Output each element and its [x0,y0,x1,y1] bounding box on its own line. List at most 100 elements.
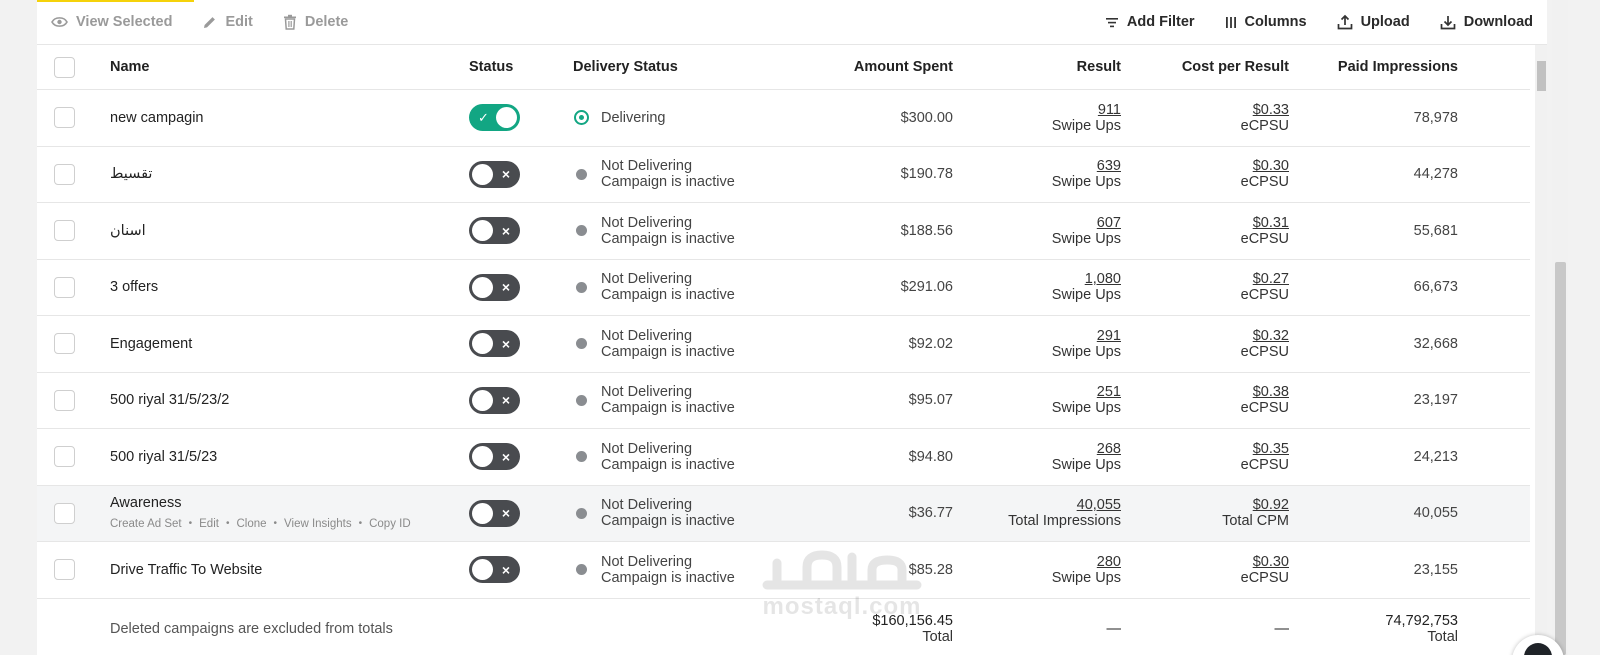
delete-button[interactable]: Delete [283,14,348,30]
delivery-status-detail: Campaign is inactive [601,287,735,304]
status-toggle[interactable]: × [469,556,520,584]
header-paid-impressions[interactable]: Paid Impressions [1277,45,1458,89]
campaign-name[interactable]: new campagin [110,110,204,126]
row-checkbox[interactable] [53,220,75,242]
table-row[interactable]: Drive Traffic To Website × Not Deliverin… [37,542,1530,599]
header-name[interactable]: Name [110,45,460,89]
status-toggle[interactable]: × [469,273,520,301]
table-row[interactable]: Awareness Create Ad Set • Edit • Clone • View … [37,485,1530,542]
status-toggle[interactable]: ✓ [469,104,520,132]
download-button[interactable]: Download [1440,14,1533,30]
row-checkbox[interactable] [53,107,75,129]
paid-impressions-cell: 23,155 [1277,542,1458,598]
close-icon: × [501,222,510,239]
toggle-knob [472,389,493,411]
name-cell: تقسيط [110,147,460,203]
filter-icon [1105,17,1118,27]
status-cell: × [469,316,549,372]
delivery-status-detail: Campaign is inactive [601,230,735,247]
view-selected-button[interactable]: View Selected [51,14,172,30]
table-row[interactable]: 3 offers × Not Delivering Campaign is in… [37,260,1530,316]
row-action-clone[interactable]: Clone [236,516,266,532]
header-status[interactable]: Status [469,45,549,89]
page-scrollbar[interactable] [1552,0,1568,655]
row-checkbox[interactable] [53,389,75,411]
row-action-create-ad-set[interactable]: Create Ad Set [110,516,182,532]
cost-per-result-cell: $0.30 eCPSU [1107,542,1289,598]
table-row[interactable]: تقسيط × Not Delivering Campaign is inact… [37,147,1530,203]
close-icon: × [501,166,510,183]
inactive-dot-icon [576,451,587,463]
header-cost-per-result[interactable]: Cost per Result [1107,45,1289,89]
delivery-cell: Not Delivering Campaign is inactive [573,203,793,259]
table-row[interactable]: اسنان × Not Delivering Campaign is inact… [37,203,1530,260]
delivery-status-stack: Not Delivering Campaign is inactive [601,271,735,303]
edit-button[interactable]: Edit [202,14,253,30]
status-toggle[interactable]: × [469,160,520,188]
status-cell: × [469,147,549,203]
result-cell: 40,055 Total Impressions [937,486,1121,542]
campaign-name[interactable]: اسنان [110,223,146,239]
campaigns-table: Name Status Delivery Status Amount Spent… [37,45,1530,655]
download-icon [1440,16,1456,30]
result-cell: 291 Swipe Ups [937,316,1121,372]
row-checkbox[interactable] [53,333,75,355]
status-toggle[interactable]: × [469,330,520,358]
table-row[interactable]: new campagin ✓ Delivering $300.00 911 Sw… [37,90,1530,147]
columns-button[interactable]: Columns [1225,14,1307,30]
row-select-cell [53,542,75,598]
status-toggle[interactable]: × [469,217,520,245]
header-delivery-status[interactable]: Delivery Status [573,45,793,89]
delivery-status: Not Delivering Campaign is inactive [573,158,735,190]
paid-impressions: 23,197 [1413,392,1458,409]
campaign-name[interactable]: Awareness [110,495,411,511]
edit-label: Edit [225,14,253,30]
upload-button[interactable]: Upload [1337,14,1410,30]
paid-impressions-cell: 40,055 [1277,486,1458,542]
campaign-name[interactable]: 500 riyal 31/5/23 [110,449,217,465]
cost-per-result-cell: $0.33 eCPSU [1107,90,1289,146]
row-action-view-insights[interactable]: View Insights [284,516,352,532]
table-scrollbar-thumb[interactable] [1537,61,1546,91]
row-checkbox[interactable] [53,446,75,468]
status-toggle[interactable]: × [469,443,520,471]
campaign-name[interactable]: تقسيط [110,166,152,182]
paid-impressions-cell: 32,668 [1277,316,1458,372]
delivery-status-detail: Campaign is inactive [601,513,735,530]
amount-spent-cell: $190.78 [767,147,953,203]
campaign-name[interactable]: 500 riyal 31/5/23/2 [110,392,229,408]
result-stack: 40,055 Total Impressions [1008,497,1121,529]
add-filter-button[interactable]: Add Filter [1105,14,1195,30]
paid-impressions: 32,668 [1413,335,1458,352]
cost-per-result-cell: $0.31 eCPSU [1107,203,1289,259]
totals-impressions-stack: 74,792,753 Total [1385,613,1458,645]
action-separator: • [188,517,193,529]
name-cell: 500 riyal 31/5/23 [110,429,460,485]
table-row[interactable]: 500 riyal 31/5/23/2 × Not Delivering Cam… [37,373,1530,429]
row-checkbox[interactable] [53,276,75,298]
inactive-dot-icon [576,281,587,293]
select-all-checkbox[interactable] [53,56,75,78]
row-select-cell [53,90,75,146]
campaign-name[interactable]: Engagement [110,336,192,352]
action-separator: • [225,517,230,529]
header-amount-spent[interactable]: Amount Spent [767,45,953,89]
row-action-edit[interactable]: Edit [199,516,219,532]
table-scrollbar[interactable] [1535,45,1547,655]
header-result[interactable]: Result [937,45,1121,89]
row-checkbox[interactable] [53,163,75,185]
status-toggle[interactable]: × [469,499,520,527]
table-row[interactable]: Engagement × Not Delivering Campaign is … [37,316,1530,373]
campaign-name[interactable]: Drive Traffic To Website [110,562,262,578]
row-checkbox[interactable] [53,502,75,524]
status-toggle[interactable]: × [469,386,520,414]
campaign-name[interactable]: 3 offers [110,279,158,295]
page-scrollbar-thumb[interactable] [1555,262,1566,655]
inactive-dot-icon [576,168,587,180]
amount-spent-cell: $300.00 [767,90,953,146]
toggle-knob [496,107,517,129]
row-checkbox[interactable] [53,559,75,581]
table-row[interactable]: 500 riyal 31/5/23 × Not Delivering Campa… [37,429,1530,486]
paid-impressions-cell: 66,673 [1277,260,1458,316]
row-action-copy-id[interactable]: Copy ID [369,516,411,532]
